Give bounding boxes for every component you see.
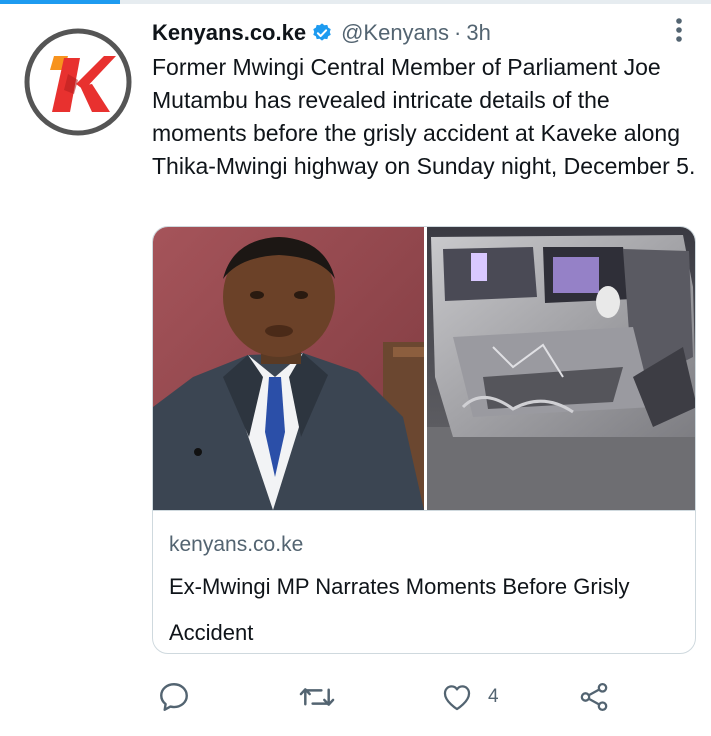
card-title: Ex-Mwingi MP Narrates Moments Before Gri… (169, 574, 630, 645)
tweet-text: Former Mwingi Central Member of Parliame… (152, 54, 696, 179)
verified-badge-icon (313, 23, 331, 41)
share-icon (580, 682, 608, 712)
action-bar: 4 (0, 672, 711, 722)
retweet-button[interactable] (298, 678, 336, 716)
reply-icon (160, 683, 188, 711)
link-card[interactable]: kenyans.co.ke Ex-Mwingi MP Narrates Mome… (152, 226, 696, 654)
top-divider (0, 0, 711, 4)
avatar[interactable] (24, 28, 132, 136)
header-separator: · (454, 20, 462, 45)
tweet-header: Kenyans.co.ke @Kenyans · 3h (152, 17, 491, 49)
card-domain: kenyans.co.ke (169, 533, 304, 556)
card-divider (153, 510, 695, 511)
like-button[interactable]: 4 (440, 678, 499, 716)
share-button[interactable] (577, 678, 611, 716)
heart-icon (443, 685, 471, 711)
handle[interactable]: @Kenyans (341, 20, 449, 46)
display-name[interactable]: Kenyans.co.ke (152, 20, 306, 46)
more-options-icon[interactable] (664, 16, 694, 44)
timestamp[interactable]: 3h (466, 20, 490, 46)
reply-button[interactable] (156, 678, 192, 716)
photo-accident (427, 227, 695, 510)
like-count: 4 (488, 686, 499, 707)
tweet[interactable]: Kenyans.co.ke @Kenyans · 3h Former Mwing… (0, 0, 711, 736)
retweet-icon (299, 688, 335, 706)
card-images (153, 227, 695, 510)
photo-politician (153, 227, 424, 510)
